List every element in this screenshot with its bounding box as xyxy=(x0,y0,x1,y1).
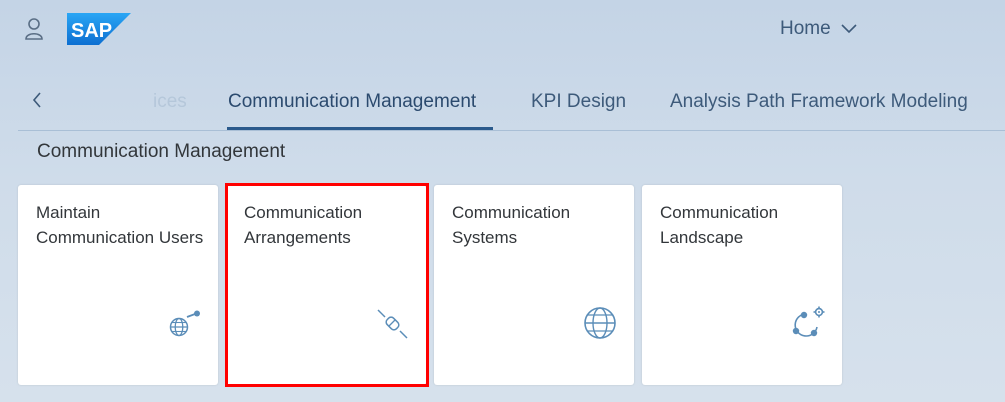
tile-communication-arrangements[interactable]: Communication Arrangements xyxy=(226,185,426,385)
tile-title: Communication Landscape xyxy=(660,203,779,247)
tile-title: Communication Arrangements xyxy=(244,203,363,247)
chevron-left-icon[interactable] xyxy=(30,90,44,110)
network-gear-icon xyxy=(792,306,825,337)
section-title: Communication Management xyxy=(37,141,286,162)
sap-logo[interactable]: SAP xyxy=(67,13,131,45)
tab-kpi-design[interactable]: KPI Design xyxy=(531,91,626,113)
tile-title: Maintain Communication Users xyxy=(36,203,204,247)
shell-header: SAP Home xyxy=(0,0,1005,58)
tile-communication-systems[interactable]: Communication Systems xyxy=(434,185,634,385)
tab-previous-faded[interactable]: ices xyxy=(153,91,187,113)
connector-plug-icon xyxy=(377,309,408,339)
home-menu-button[interactable]: Home xyxy=(780,17,857,41)
user-globe-icon xyxy=(169,310,200,337)
tab-communication-management[interactable]: Communication Management xyxy=(228,91,476,113)
tab-analysis-path-framework-modeling[interactable]: Analysis Path Framework Modeling xyxy=(670,91,968,113)
tab-active-indicator xyxy=(227,127,493,130)
tile-communication-landscape[interactable]: Communication Landscape xyxy=(642,185,842,385)
user-icon[interactable] xyxy=(24,17,44,41)
home-menu-label: Home xyxy=(780,18,831,39)
tile-title: Communication Systems xyxy=(452,203,571,247)
tile-maintain-communication-users[interactable]: Maintain Communication Users xyxy=(18,185,218,385)
globe-icon xyxy=(584,307,616,339)
tab-bar: ices Communication Management KPI Design… xyxy=(18,80,1005,131)
chevron-down-icon xyxy=(841,24,857,34)
sap-logo-text: SAP xyxy=(71,20,112,42)
